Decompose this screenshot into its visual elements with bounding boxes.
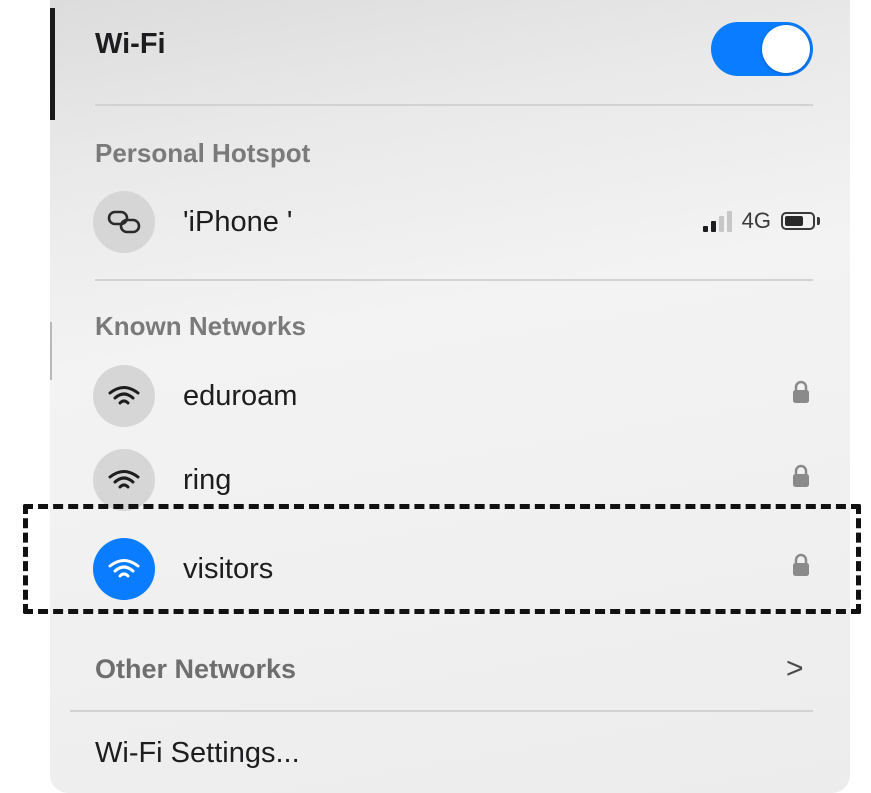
window-edge-marker-secondary bbox=[50, 322, 52, 380]
wifi-icon bbox=[93, 365, 155, 427]
lock-icon bbox=[792, 464, 810, 493]
hotspot-row-iphone[interactable]: 'iPhone ' 4G bbox=[80, 184, 820, 260]
chevron-right-icon[interactable]: > bbox=[786, 652, 804, 686]
selection-highlight-box bbox=[23, 504, 861, 614]
wifi-title: Wi-Fi bbox=[95, 28, 166, 60]
personal-hotspot-heading: Personal Hotspot bbox=[95, 138, 311, 168]
wifi-toggle-knob bbox=[762, 25, 810, 73]
hotspot-status: 4G bbox=[702, 208, 820, 234]
wifi-icon bbox=[93, 449, 155, 511]
lock-icon bbox=[792, 380, 810, 409]
known-networks-heading: Known Networks bbox=[95, 311, 306, 341]
separator bbox=[95, 104, 813, 106]
other-networks-item[interactable]: Other Networks bbox=[95, 654, 296, 685]
network-name: ring bbox=[183, 464, 232, 496]
network-name: eduroam bbox=[183, 380, 298, 412]
window-edge-marker bbox=[50, 8, 55, 120]
network-type-label: 4G bbox=[741, 208, 771, 233]
wifi-toggle[interactable] bbox=[711, 22, 813, 76]
network-row-eduroam[interactable]: eduroam bbox=[80, 358, 820, 434]
separator bbox=[70, 710, 813, 712]
wifi-settings-item[interactable]: Wi-Fi Settings... bbox=[95, 737, 300, 770]
signal-strength-icon bbox=[702, 210, 732, 232]
separator bbox=[95, 279, 813, 281]
hotspot-device-name: 'iPhone ' bbox=[183, 206, 293, 238]
battery-tip bbox=[817, 217, 820, 225]
link-icon bbox=[93, 191, 155, 253]
battery-icon bbox=[781, 212, 815, 230]
